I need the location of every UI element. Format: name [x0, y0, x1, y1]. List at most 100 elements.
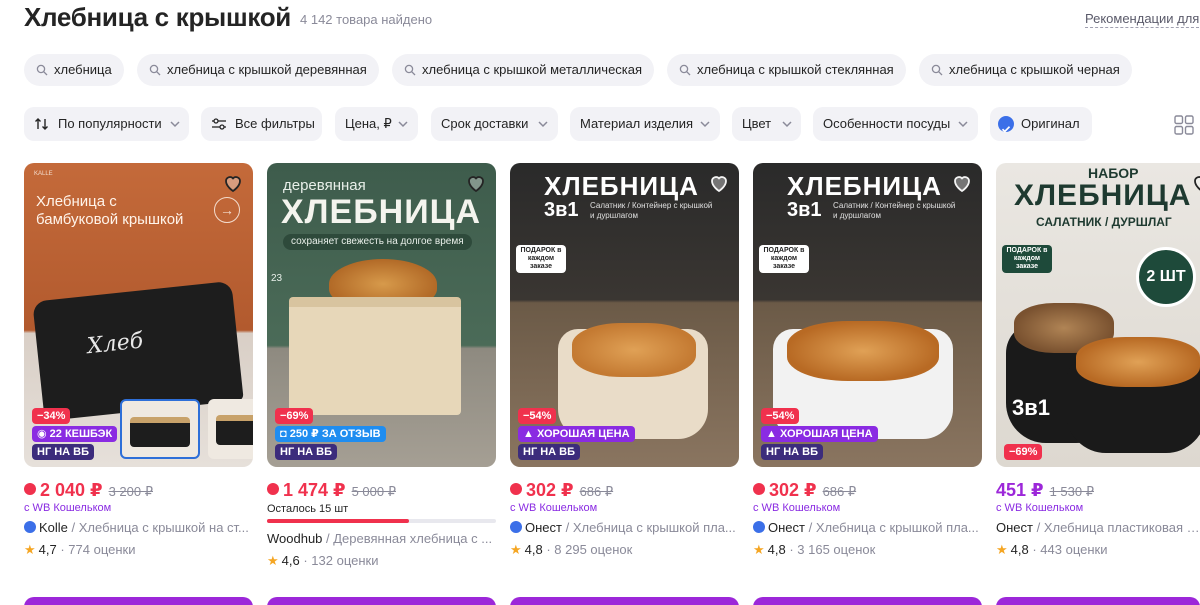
rating: ★ 4,8 · 8 295 оценок	[510, 542, 632, 558]
price-filter-dropdown[interactable]: Цена, ₽	[335, 107, 418, 141]
product-name: / Хлебница с крышкой пла...	[804, 520, 979, 535]
reviews-count: · 774 оценки	[56, 542, 136, 557]
image-headline-line: Хлебница с	[36, 193, 117, 210]
reviews-count: · 8 295 оценок	[542, 542, 633, 557]
thumbs-up-icon: ▲	[523, 428, 537, 440]
chevron-down-icon	[958, 121, 968, 128]
product-title[interactable]: Kolle / Хлебница с крышкой на ст...	[24, 520, 253, 535]
heart-icon[interactable]	[707, 171, 731, 195]
filter-bar: По популярности Все фильтры Цена, ₽ Срок…	[24, 107, 1200, 141]
reviews-count: · 443 оценки	[1028, 542, 1108, 557]
wallet-note: с WB Кошельком	[24, 502, 112, 514]
image-headline: ХЛЕБНИЦА	[544, 171, 699, 201]
page-title: Хлебница с крышкой	[24, 2, 291, 32]
rating: ★ 4,7 · 774 оценки	[24, 542, 135, 558]
product-card[interactable]: НАБОР ХЛЕБНИЦА САЛАТНИК / ДУРШЛАГ 2 ШТ П…	[996, 163, 1200, 605]
heart-icon[interactable]	[950, 171, 974, 195]
reviews-count: · 132 оценки	[299, 553, 379, 568]
search-icon	[404, 64, 416, 76]
rating: ★ 4,8 · 3 165 оценок	[753, 542, 875, 558]
wooden-box-shape	[289, 297, 461, 415]
product-image[interactable]: KALLE Хлебница с бамбуковой крышкой → Хл…	[24, 163, 253, 467]
chip-suggestion[interactable]: хлебница с крышкой черная	[919, 54, 1132, 86]
chip-suggestion[interactable]: хлебница с крышкой стеклянная	[667, 54, 906, 86]
image-subheadline: САЛАТНИК / ДУРШЛАГ	[1036, 215, 1172, 229]
verified-icon	[24, 521, 36, 533]
cashback-label: 22 КЕШБЭК	[49, 428, 113, 440]
old-price: 3 200 ₽	[108, 484, 153, 499]
thumbnail[interactable]	[208, 399, 253, 459]
rating: ★ 4,6 · 132 оценки	[267, 553, 378, 569]
heart-icon[interactable]	[221, 171, 245, 195]
add-to-cart-button[interactable]	[267, 597, 496, 605]
original-toggle[interactable]: Оригинал	[990, 107, 1092, 141]
product-name: / Хлебница пластиковая с ...	[1032, 520, 1200, 535]
old-price: 686 ₽	[822, 484, 857, 499]
chip-suggestion[interactable]: хлебница с крышкой деревянная	[137, 54, 379, 86]
chip-suggestion[interactable]: хлебница с крышкой металлическая	[392, 54, 655, 86]
brand-name: Онест	[996, 520, 1033, 535]
sale-icon	[267, 483, 279, 495]
search-icon	[36, 64, 48, 76]
thumbnail-shape	[130, 417, 190, 447]
brand-name: Woodhub	[267, 531, 323, 546]
grid-view-icon[interactable]	[1174, 115, 1194, 135]
image-tagline: Салатник / Контейнер с крышкой и дуршлаг…	[833, 201, 956, 220]
product-image[interactable]: деревянная ХЛЕБНИЦА сохраняет свежесть н…	[267, 163, 496, 467]
results-count: 4 142 товара найдено	[300, 12, 433, 27]
product-image[interactable]: ХЛЕБНИЦА 3в1 Салатник / Контейнер с крыш…	[753, 163, 982, 467]
cashback-icon: ◉	[37, 428, 50, 440]
price-row: 302 ₽ 686 ₽	[753, 480, 856, 502]
wb-promo-badge: НГ НА ВБ	[32, 444, 95, 460]
recommendations-link[interactable]: Рекомендации для	[1085, 11, 1200, 28]
checkmark-icon	[998, 116, 1014, 133]
all-filters-button[interactable]: Все фильтры	[201, 107, 322, 141]
brand-name: Онест	[525, 520, 562, 535]
add-to-cart-button[interactable]	[510, 597, 739, 605]
brand-logo-text: KALLE	[34, 171, 53, 177]
product-title[interactable]: Woodhub / Деревянная хлебница с ...	[267, 531, 496, 546]
search-icon	[149, 64, 161, 76]
heart-icon[interactable]	[1190, 171, 1200, 195]
heart-icon[interactable]	[464, 171, 488, 195]
chevron-down-icon	[782, 121, 792, 128]
image-tagline: сохраняет свежесть на долгое время	[283, 234, 472, 250]
old-price: 1 530 ₽	[1049, 484, 1094, 499]
rating: ★ 4,8 · 443 оценки	[996, 542, 1107, 558]
product-title[interactable]: Онест / Хлебница с крышкой пла...	[510, 520, 739, 535]
two-pieces-badge: 2 ШТ	[1136, 247, 1196, 307]
product-image[interactable]: ХЛЕБНИЦА 3в1 Салатник / Контейнер с крыш…	[510, 163, 739, 467]
sort-dropdown[interactable]: По популярности	[24, 107, 189, 141]
wallet-note: с WB Кошельком	[753, 502, 841, 514]
add-to-cart-button[interactable]	[24, 597, 253, 605]
material-filter-dropdown[interactable]: Материал изделия	[570, 107, 720, 141]
product-name: / Хлебница с крышкой на ст...	[67, 520, 249, 535]
cashback-badge: ◉ 22 КЕШБЭК	[32, 426, 118, 442]
delivery-filter-dropdown[interactable]: Срок доставки	[431, 107, 558, 141]
sale-icon	[510, 483, 522, 495]
color-filter-dropdown[interactable]: Цвет	[732, 107, 801, 141]
features-filter-dropdown[interactable]: Особенности посуды	[813, 107, 978, 141]
product-title[interactable]: Онест / Хлебница с крышкой пла...	[753, 520, 982, 535]
wallet-note: с WB Кошельком	[996, 502, 1084, 514]
add-to-cart-button[interactable]	[996, 597, 1200, 605]
add-to-cart-button[interactable]	[753, 597, 982, 605]
chip-suggestion[interactable]: хлебница	[24, 54, 124, 86]
price: 451 ₽	[996, 480, 1044, 500]
price: 302 ₽	[769, 480, 817, 500]
color-filter-label: Цвет	[742, 116, 772, 131]
material-filter-label: Материал изделия	[580, 116, 694, 131]
star-icon: ★	[510, 542, 522, 557]
arrow-right-icon[interactable]: →	[214, 197, 240, 223]
thumbnail[interactable]	[120, 399, 200, 459]
all-filters-label: Все фильтры	[235, 116, 315, 131]
chip-label: хлебница с крышкой черная	[949, 62, 1120, 77]
sort-label: По популярности	[58, 116, 162, 131]
brand-name: Онест	[768, 520, 805, 535]
product-title[interactable]: Онест / Хлебница пластиковая с ...	[996, 520, 1200, 535]
reviews-count: · 3 165 оценок	[785, 542, 876, 557]
product-image[interactable]: НАБОР ХЛЕБНИЦА САЛАТНИК / ДУРШЛАГ 2 ШТ П…	[996, 163, 1200, 467]
chip-label: хлебница с крышкой металлическая	[422, 62, 643, 77]
wallet-note: с WB Кошельком	[510, 502, 598, 514]
breadbox-logo: Хлеб	[85, 328, 145, 360]
